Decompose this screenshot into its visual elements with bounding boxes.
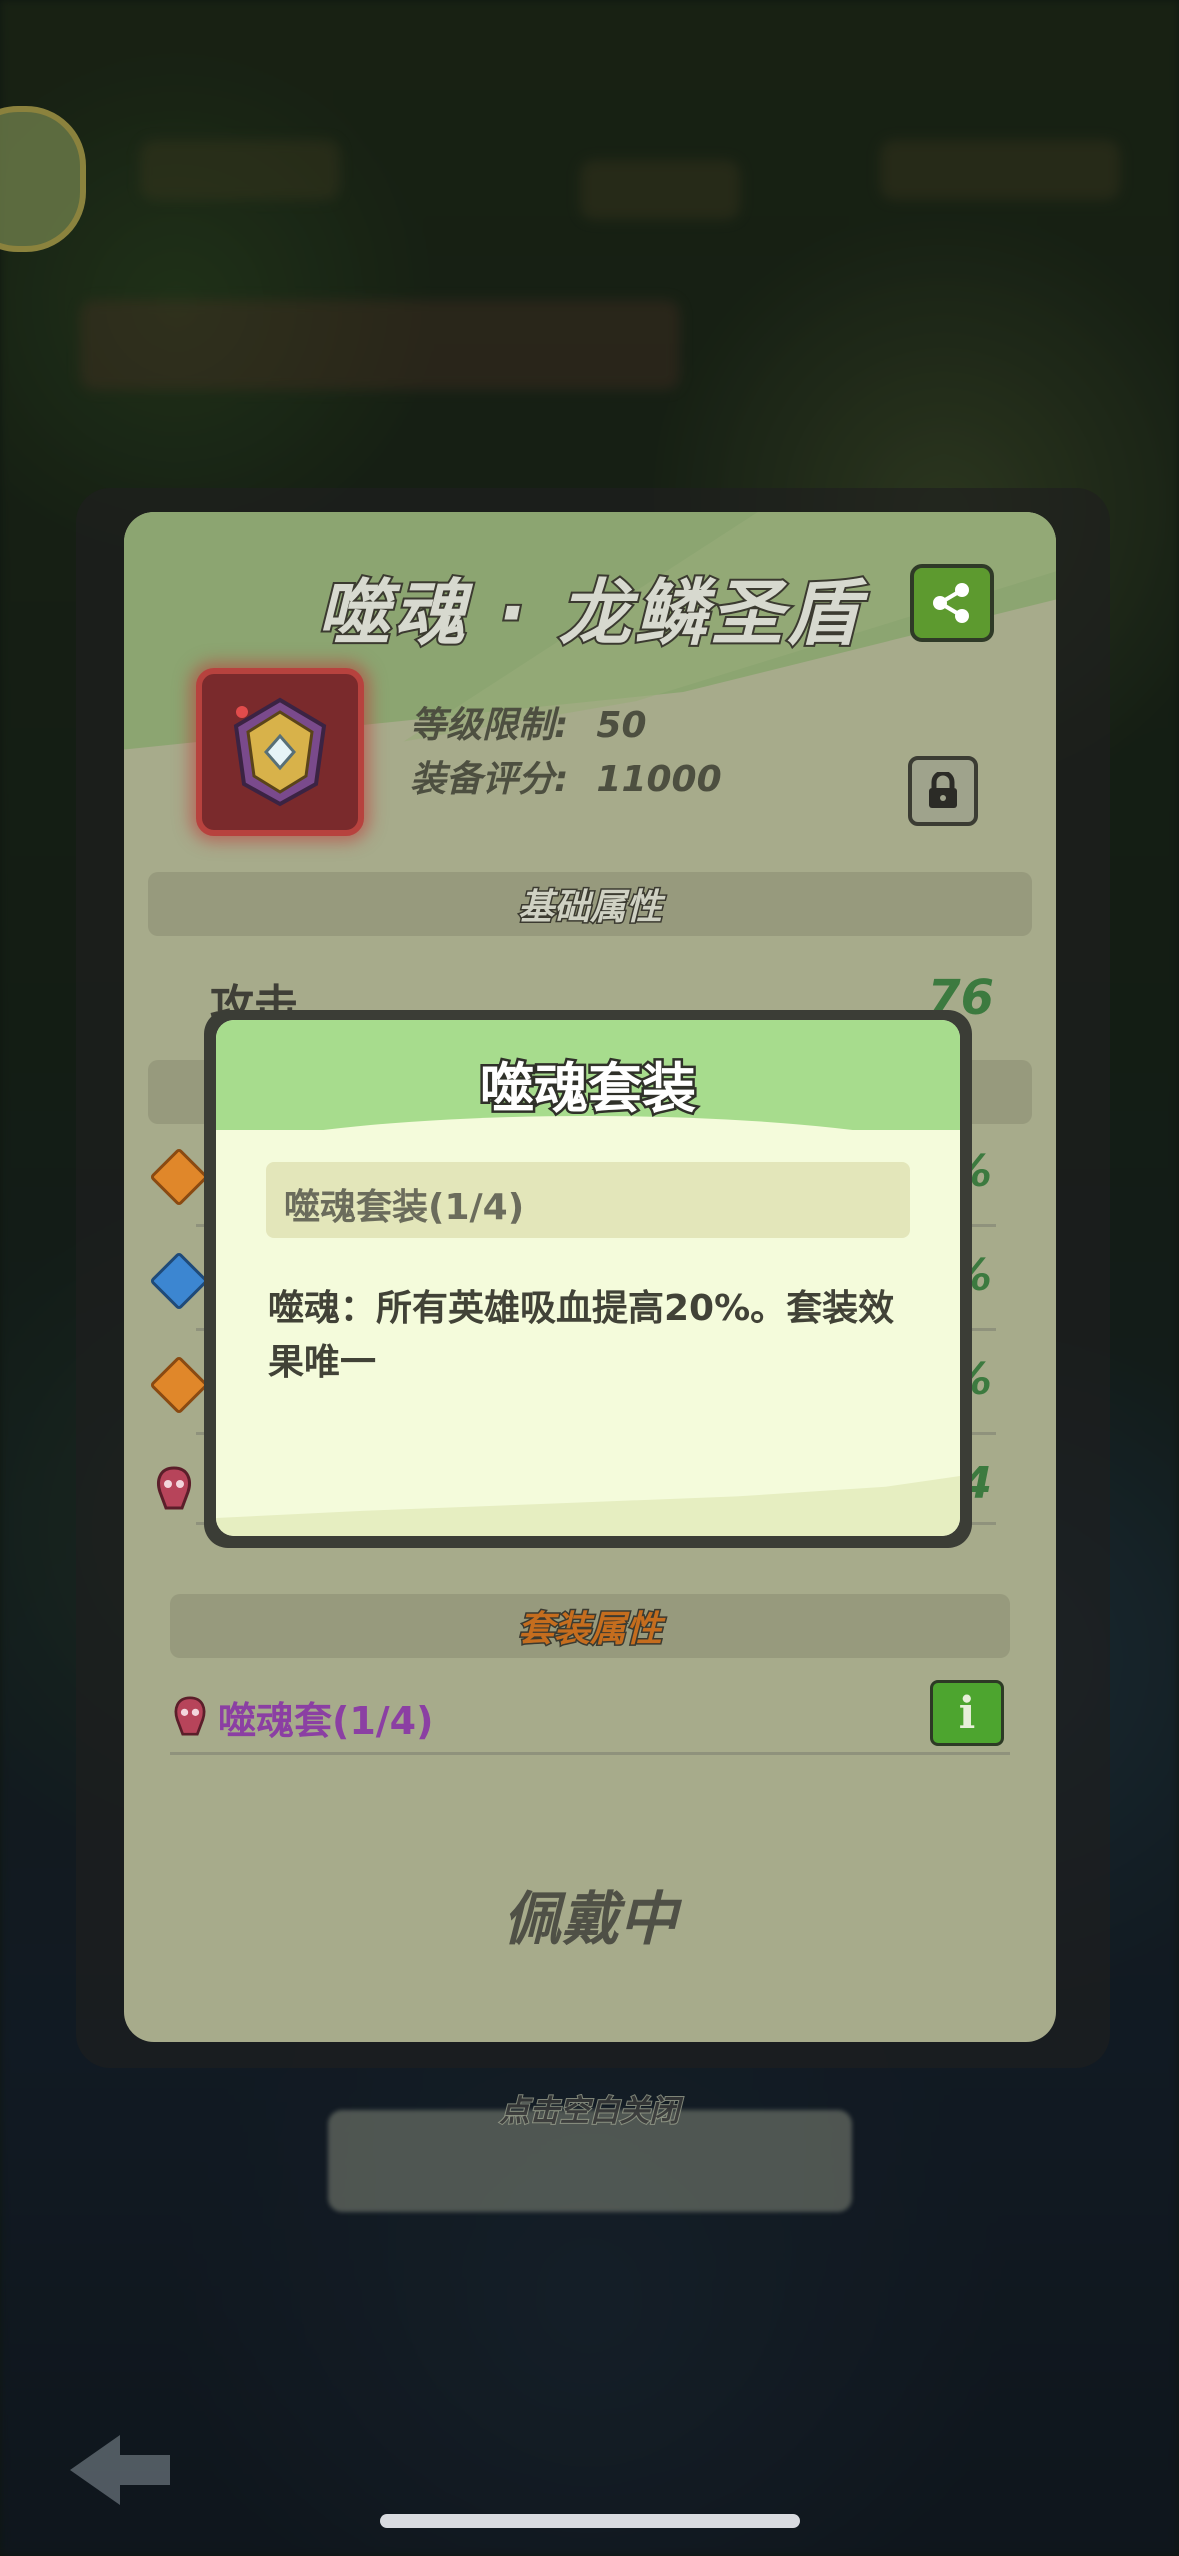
gem-orange-icon [149, 1355, 209, 1415]
level-requirement: 等级限制: 50 [410, 696, 647, 748]
score-value: 11000 [596, 759, 722, 800]
home-indicator[interactable] [380, 2514, 800, 2528]
equipped-status: 佩戴中 [502, 1885, 677, 1953]
gem-orange-icon [149, 1147, 209, 1207]
set-attribute-row: 噬魂套(1/4) i [170, 1680, 1010, 1750]
close-hint: 点击空白关闭 [499, 2093, 681, 2130]
popup-body: 噬魂套装 噬魂套装(1/4) 噬魂：所有英雄吸血提高20%。套装效果唯一 [216, 1020, 960, 1536]
soul-set-icon [174, 1696, 206, 1736]
set-attributes-header: 套装属性 [170, 1594, 1010, 1658]
score-label: 装备评分: [410, 759, 569, 800]
popup-set-count: 噬魂套装(1/4) [284, 1187, 525, 1228]
gem-blue-icon [149, 1251, 209, 1311]
popup-description: 噬魂：所有英雄吸血提高20%。套装效果唯一 [268, 1288, 895, 1383]
set-info-popup: 噬魂套装 噬魂套装(1/4) 噬魂：所有英雄吸血提高20%。套装效果唯一 [204, 1010, 972, 1548]
level-label: 等级限制: [410, 705, 569, 746]
popup-title: 噬魂套装 [478, 1055, 699, 1123]
soul-set-icon [157, 1466, 191, 1510]
level-value: 50 [596, 705, 647, 746]
basic-attributes-header: 基础属性 [148, 872, 1032, 936]
share-icon [933, 583, 969, 623]
lock-icon [929, 772, 957, 808]
set-divider [170, 1752, 1010, 1755]
item-icon-slot[interactable] [196, 668, 364, 836]
equipment-score: 装备评分: 11000 [410, 750, 722, 802]
info-icon: i [958, 1687, 976, 1739]
dragon-scale-shield-icon [233, 697, 327, 807]
set-label: 噬魂套(1/4) [218, 1699, 434, 1743]
popup-set-count-row: 噬魂套装(1/4) [266, 1162, 910, 1238]
back-arrow-icon [70, 2435, 170, 2505]
lock-button[interactable] [908, 756, 978, 826]
share-button[interactable] [910, 564, 994, 642]
popup-bottom-decoration [216, 1476, 960, 1536]
set-info-button[interactable]: i [930, 1680, 1004, 1746]
